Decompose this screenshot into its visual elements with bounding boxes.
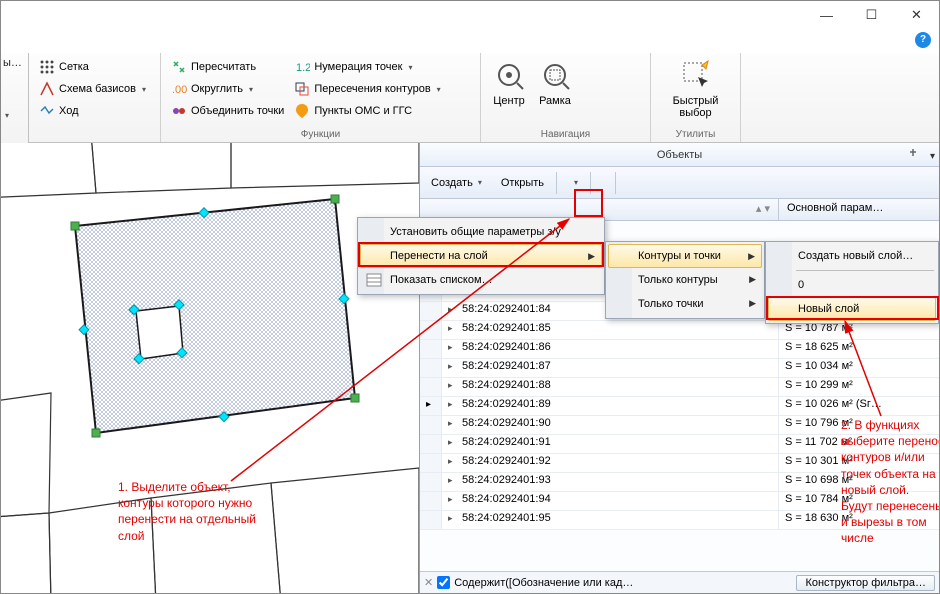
group-nav-label: Навигация xyxy=(481,129,650,140)
oms-label: Пункты ОМС и ГГС xyxy=(314,105,412,117)
basis-button[interactable]: Схема базисов xyxy=(35,79,154,99)
submenu-contours-points[interactable]: Контуры и точки▶ xyxy=(608,244,762,268)
intersect-button[interactable]: Пересечения контуров xyxy=(290,79,444,99)
table-row[interactable]: 58:24:0292401:89 S = 10 026 м² (Sг… xyxy=(420,397,939,416)
objects-toolbar: Создать Открыть ƒx xyxy=(420,167,939,199)
hod-button[interactable]: Ход xyxy=(35,101,154,121)
round-label: Округлить xyxy=(191,83,243,95)
submenu-newlayer-label: Новый слой xyxy=(798,303,859,315)
merge-points-button[interactable]: Объединить точки xyxy=(167,101,288,121)
find-button[interactable] xyxy=(596,179,610,187)
round-button[interactable]: .00 Округлить xyxy=(167,79,288,99)
menu-showlist-label: Показать списком… xyxy=(390,274,493,286)
filter-bar: ✕ Содержит([Обозначение или кад… Констру… xyxy=(420,571,939,593)
recalc-button[interactable]: Пересчитать xyxy=(167,57,288,77)
help-icon[interactable]: ? xyxy=(915,32,931,48)
ribbon: Сетка Схема базисов Ход Пересчитать .00 О… xyxy=(29,53,939,143)
frame-label: Рамка xyxy=(539,95,571,107)
merge-label: Объединить точки xyxy=(191,105,284,117)
help-bar: ? xyxy=(1,29,939,53)
move-submenu: Контуры и точки▶ Только контуры▶ Только … xyxy=(605,241,765,319)
submenu-both-label: Контуры и точки xyxy=(638,250,721,262)
ribbon-left-cut-dropdown[interactable] xyxy=(3,109,26,121)
title-bar: — ☐ ✕ xyxy=(1,1,939,29)
submenu-new-layer[interactable]: Новый слой xyxy=(768,297,936,321)
filter-close-icon[interactable]: ✕ xyxy=(424,576,433,589)
group-functions-label: Функции xyxy=(161,129,480,140)
menu-set-common[interactable]: Установить общие параметры з/у xyxy=(360,220,602,244)
submenu-layer-0[interactable]: 0 xyxy=(768,273,936,297)
minimize-button[interactable]: — xyxy=(804,1,849,29)
num-label: Нумерация точек xyxy=(314,61,402,73)
table-row[interactable]: 58:24:0292401:88 S = 10 299 м² xyxy=(420,378,939,397)
open-label: Открыть xyxy=(501,177,544,189)
submenu-zero-label: 0 xyxy=(798,279,804,291)
filter-text: Содержит([Обозначение или кад… xyxy=(454,577,792,589)
grid-button[interactable]: Сетка xyxy=(35,57,154,77)
objects-panel-title: Объекты ▾ xyxy=(420,143,939,167)
maximize-button[interactable]: ☐ xyxy=(849,1,894,29)
filter-checkbox[interactable] xyxy=(437,576,450,589)
svg-text:1.2: 1.2 xyxy=(296,62,310,74)
table-row[interactable]: 58:24:0292401:86 S = 18 625 м² xyxy=(420,340,939,359)
basis-label: Схема базисов xyxy=(59,83,136,95)
panel-menu-icon[interactable]: ▾ xyxy=(930,145,935,169)
quick-label: Быстрый выбор xyxy=(673,95,719,119)
submenu-pts-label: Только точки xyxy=(638,298,703,310)
ribbon-group-actions1: Сетка Схема базисов Ход xyxy=(29,53,161,142)
menu-show-list[interactable]: Показать списком… xyxy=(360,268,602,292)
menu-move-to-layer[interactable]: Перенести на слой▶ xyxy=(360,244,602,268)
table-row[interactable]: 58:24:0292401:87 S = 10 034 м² xyxy=(420,359,939,378)
hod-label: Ход xyxy=(59,105,79,117)
close-button[interactable]: ✕ xyxy=(894,1,939,29)
delete-button[interactable] xyxy=(621,179,635,187)
submenu-new-label: Создать новый слой… xyxy=(798,250,913,262)
submenu-points-only[interactable]: Только точки▶ xyxy=(608,292,762,316)
col2-header[interactable]: Основной парам… xyxy=(779,199,939,220)
submenu-create-layer[interactable]: Создать новый слой… xyxy=(768,244,936,268)
submenu-cont-label: Только контуры xyxy=(638,274,718,286)
ribbon-left-cut-label: ы… xyxy=(3,57,26,69)
filter-builder-button[interactable]: Конструктор фильтра… xyxy=(796,575,935,591)
open-button[interactable]: Открыть xyxy=(491,173,551,193)
create-button[interactable]: Создать xyxy=(424,173,489,193)
ribbon-group-utils: Быстрый выбор Утилиты xyxy=(651,53,741,142)
ribbon-left-cut: ы… xyxy=(1,53,29,143)
center-label: Центр xyxy=(493,95,525,107)
annotation-1: 1. Выделите объект, контуры которого нуж… xyxy=(118,479,288,544)
ribbon-group-functions: Пересчитать .00 Округлить Объединить точк… xyxy=(161,53,481,142)
recalc-label: Пересчитать xyxy=(191,61,256,73)
submenu-contours-only[interactable]: Только контуры▶ xyxy=(608,268,762,292)
fx-menu: Установить общие параметры з/у Перенести… xyxy=(357,217,605,295)
pin-icon[interactable] xyxy=(907,148,919,160)
menu-move-label: Перенести на слой xyxy=(390,250,488,262)
oms-button[interactable]: Пункты ОМС и ГГС xyxy=(290,101,444,121)
group-util-label: Утилиты xyxy=(651,129,740,140)
annotation-2: 2. В функциях выберите перенос контуров … xyxy=(841,417,940,547)
layer-submenu: Создать новый слой… 0 Новый слой xyxy=(765,241,939,324)
functions-button[interactable]: ƒx xyxy=(562,174,585,191)
intersect-label: Пересечения контуров xyxy=(314,83,430,95)
create-label: Создать xyxy=(431,177,473,189)
frame-button[interactable]: Рамка xyxy=(533,57,577,109)
numbering-button[interactable]: 1.2 Нумерация точек xyxy=(290,57,444,77)
center-button[interactable]: Центр xyxy=(487,57,531,109)
ribbon-group-nav: Центр Рамка Навигация xyxy=(481,53,651,142)
grid-label: Сетка xyxy=(59,61,89,73)
quick-select-button[interactable]: Быстрый выбор xyxy=(657,57,734,121)
svg-text:.00: .00 xyxy=(172,84,187,96)
objects-title-text: Объекты xyxy=(657,149,702,161)
window-buttons: — ☐ ✕ xyxy=(804,1,939,29)
menu-set-common-label: Установить общие параметры з/у xyxy=(390,226,561,238)
